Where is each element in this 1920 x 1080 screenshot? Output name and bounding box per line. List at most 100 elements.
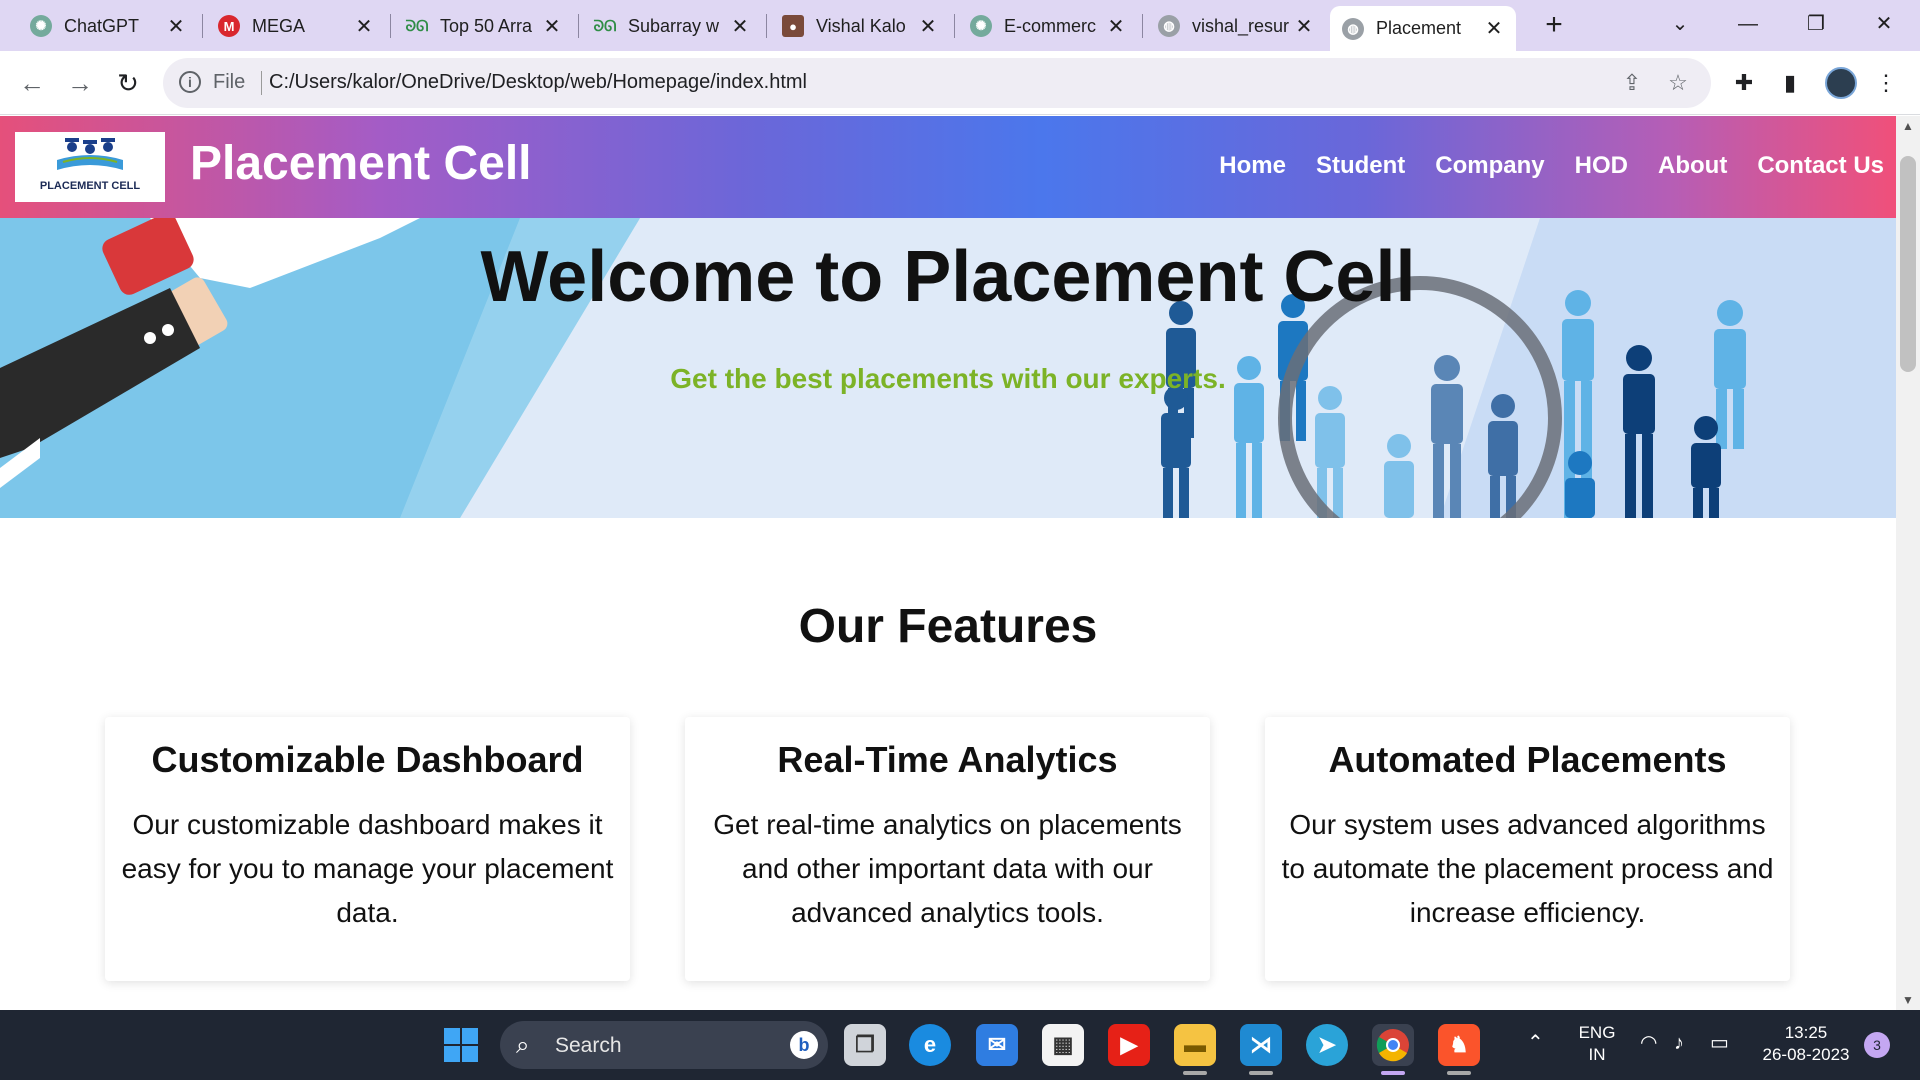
tab-search-button[interactable]: ⌄ [1652, 4, 1708, 44]
feature-text: Get real-time analytics on placements an… [713, 809, 1182, 928]
reload-button[interactable]: ↻ [110, 65, 146, 101]
side-panel-icon[interactable]: ▮ [1772, 65, 1808, 101]
active-app-indicator [1381, 1071, 1405, 1075]
bing-icon[interactable]: b [790, 1031, 818, 1059]
divider [261, 71, 262, 95]
tab-placement[interactable]: ◍ Placement ✕ [1330, 6, 1516, 51]
tab-title: vishal_resur [1192, 15, 1290, 36]
edge-icon[interactable]: e [909, 1024, 951, 1066]
scrollbar-thumb[interactable] [1900, 156, 1916, 372]
scroll-down-arrow-icon[interactable]: ▼ [1896, 990, 1920, 1010]
profile-avatar[interactable] [1825, 67, 1857, 99]
info-icon[interactable]: i [179, 71, 201, 93]
tray-overflow-chevron-icon[interactable]: ⌃ [1527, 1032, 1544, 1054]
minimize-button[interactable]: — [1720, 4, 1776, 44]
taskbar-search[interactable]: ⌕ Search b [500, 1021, 828, 1069]
running-indicator [1447, 1071, 1471, 1075]
wifi-icon[interactable]: ◠ [1640, 1032, 1657, 1054]
back-button[interactable]: ← [14, 65, 50, 101]
tab-title: ChatGPT [64, 15, 140, 36]
nav-about[interactable]: About [1658, 152, 1727, 180]
url-scheme: File [213, 71, 246, 93]
notification-badge[interactable]: 3 [1864, 1032, 1890, 1058]
tab-separator [202, 14, 203, 38]
profile-icon: ● [782, 15, 804, 37]
address-bar[interactable]: i File C:/Users/kalor/OneDrive/Desktop/w… [163, 58, 1711, 108]
tab-separator [390, 14, 391, 38]
hero-subtitle: Get the best placements with our experts… [670, 363, 1226, 394]
feature-text: Our system uses advanced algorithms to a… [1281, 809, 1774, 928]
tab-separator [578, 14, 579, 38]
tab-title: Vishal Kalo [816, 15, 906, 36]
web-page: PLACEMENT CELL Placement Cell Home Stude… [0, 116, 1896, 1010]
url-text[interactable]: C:/Users/kalor/OneDrive/Desktop/web/Home… [269, 71, 807, 94]
share-icon[interactable]: ⇪ [1619, 70, 1645, 96]
close-icon[interactable]: ✕ [916, 14, 940, 39]
tab-mega[interactable]: M MEGA ✕ [206, 6, 386, 46]
globe-icon: ◍ [1158, 15, 1180, 37]
browser-toolbar: ← → ↻ i File C:/Users/kalor/OneDrive/Des… [0, 51, 1920, 115]
volume-icon[interactable]: ♪ [1674, 1032, 1684, 1054]
vscode-icon[interactable]: ⋊ [1240, 1024, 1282, 1066]
close-icon[interactable]: ✕ [352, 14, 376, 39]
brand-title: Placement Cell [190, 137, 532, 190]
close-window-button[interactable]: ✕ [1856, 4, 1912, 44]
bookmark-star-icon[interactable]: ☆ [1665, 70, 1691, 96]
extensions-icon[interactable]: ✚ [1726, 65, 1762, 101]
clock-time: 13:25 [1784, 1023, 1828, 1042]
chrome-icon[interactable] [1372, 1024, 1414, 1066]
task-view-icon[interactable]: ❐ [844, 1024, 886, 1066]
close-icon[interactable]: ✕ [1482, 16, 1506, 41]
tab-separator [1142, 14, 1143, 38]
store-icon[interactable]: ▦ [1042, 1024, 1084, 1066]
nav-contact-us[interactable]: Contact Us [1757, 152, 1884, 180]
tab-subarray[interactable]: ᘐᘏ Subarray w ✕ [582, 6, 762, 46]
close-icon[interactable]: ✕ [540, 14, 564, 39]
gfg-icon: ᘐᘏ [593, 17, 617, 35]
nav-company[interactable]: Company [1435, 152, 1544, 180]
clock[interactable]: 13:25 26-08-2023 [1756, 1022, 1856, 1066]
youtube-icon[interactable]: ▶ [1108, 1024, 1150, 1066]
new-tab-button[interactable]: + [1537, 9, 1571, 43]
tab-chatgpt[interactable]: ✺ ChatGPT ✕ [18, 6, 198, 46]
telegram-icon[interactable]: ➤ [1306, 1024, 1348, 1066]
feature-card: Real-Time Analytics Get real-time analyt… [685, 717, 1210, 981]
feature-card: Customizable Dashboard Our customizable … [105, 717, 630, 981]
graduates-logo-icon [57, 138, 123, 170]
tab-ecommerce[interactable]: ✺ E-commerc ✕ [958, 6, 1138, 46]
feature-title: Real-Time Analytics [777, 739, 1118, 780]
nav-hod[interactable]: HOD [1575, 152, 1628, 180]
tab-title: MEGA [252, 15, 306, 36]
tab-vishal-kalor[interactable]: ● Vishal Kalo ✕ [770, 6, 950, 46]
close-icon[interactable]: ✕ [728, 14, 752, 39]
menu-icon[interactable]: ⋮ [1868, 65, 1904, 101]
hero-banner: Welcome to Placement Cell Get the best p… [0, 218, 1896, 518]
tab-top50[interactable]: ᘐᘏ Top 50 Arra ✕ [394, 6, 574, 46]
tab-title: Placement [1376, 18, 1462, 38]
search-icon: ⌕ [516, 1032, 530, 1059]
file-explorer-icon[interactable]: ▬ [1174, 1024, 1216, 1066]
vertical-scrollbar[interactable]: ▲ ▼ [1896, 116, 1920, 1010]
browser-tab-strip: ✺ ChatGPT ✕ M MEGA ✕ ᘐᘏ Top 50 Arra ✕ ᘐᘏ… [0, 0, 1920, 51]
site-logo[interactable]: PLACEMENT CELL [15, 132, 165, 202]
restore-button[interactable]: ❐ [1788, 4, 1844, 44]
mail-icon[interactable]: ✉ [976, 1024, 1018, 1066]
close-icon[interactable]: ✕ [164, 14, 188, 39]
language-indicator[interactable]: ENG IN [1572, 1022, 1622, 1066]
nav-student[interactable]: Student [1316, 152, 1405, 180]
battery-icon[interactable]: ▭ [1710, 1032, 1729, 1054]
logo-text: PLACEMENT CELL [39, 180, 141, 192]
close-icon[interactable]: ✕ [1292, 14, 1316, 39]
feature-title: Customizable Dashboard [151, 739, 584, 780]
globe-icon: ◍ [1342, 17, 1364, 40]
scroll-up-arrow-icon[interactable]: ▲ [1896, 116, 1920, 136]
windows-start-icon[interactable] [440, 1024, 482, 1066]
close-icon[interactable]: ✕ [1104, 14, 1128, 39]
tab-title: Top 50 Arra [440, 15, 533, 36]
nav-home[interactable]: Home [1219, 152, 1286, 180]
forward-button[interactable]: → [62, 65, 98, 101]
region-code: IN [1588, 1045, 1606, 1064]
tab-vishal-resume[interactable]: ◍ vishal_resur ✕ [1146, 6, 1326, 46]
clock-date: 26-08-2023 [1762, 1045, 1850, 1064]
brave-icon[interactable]: ♞ [1438, 1024, 1480, 1066]
